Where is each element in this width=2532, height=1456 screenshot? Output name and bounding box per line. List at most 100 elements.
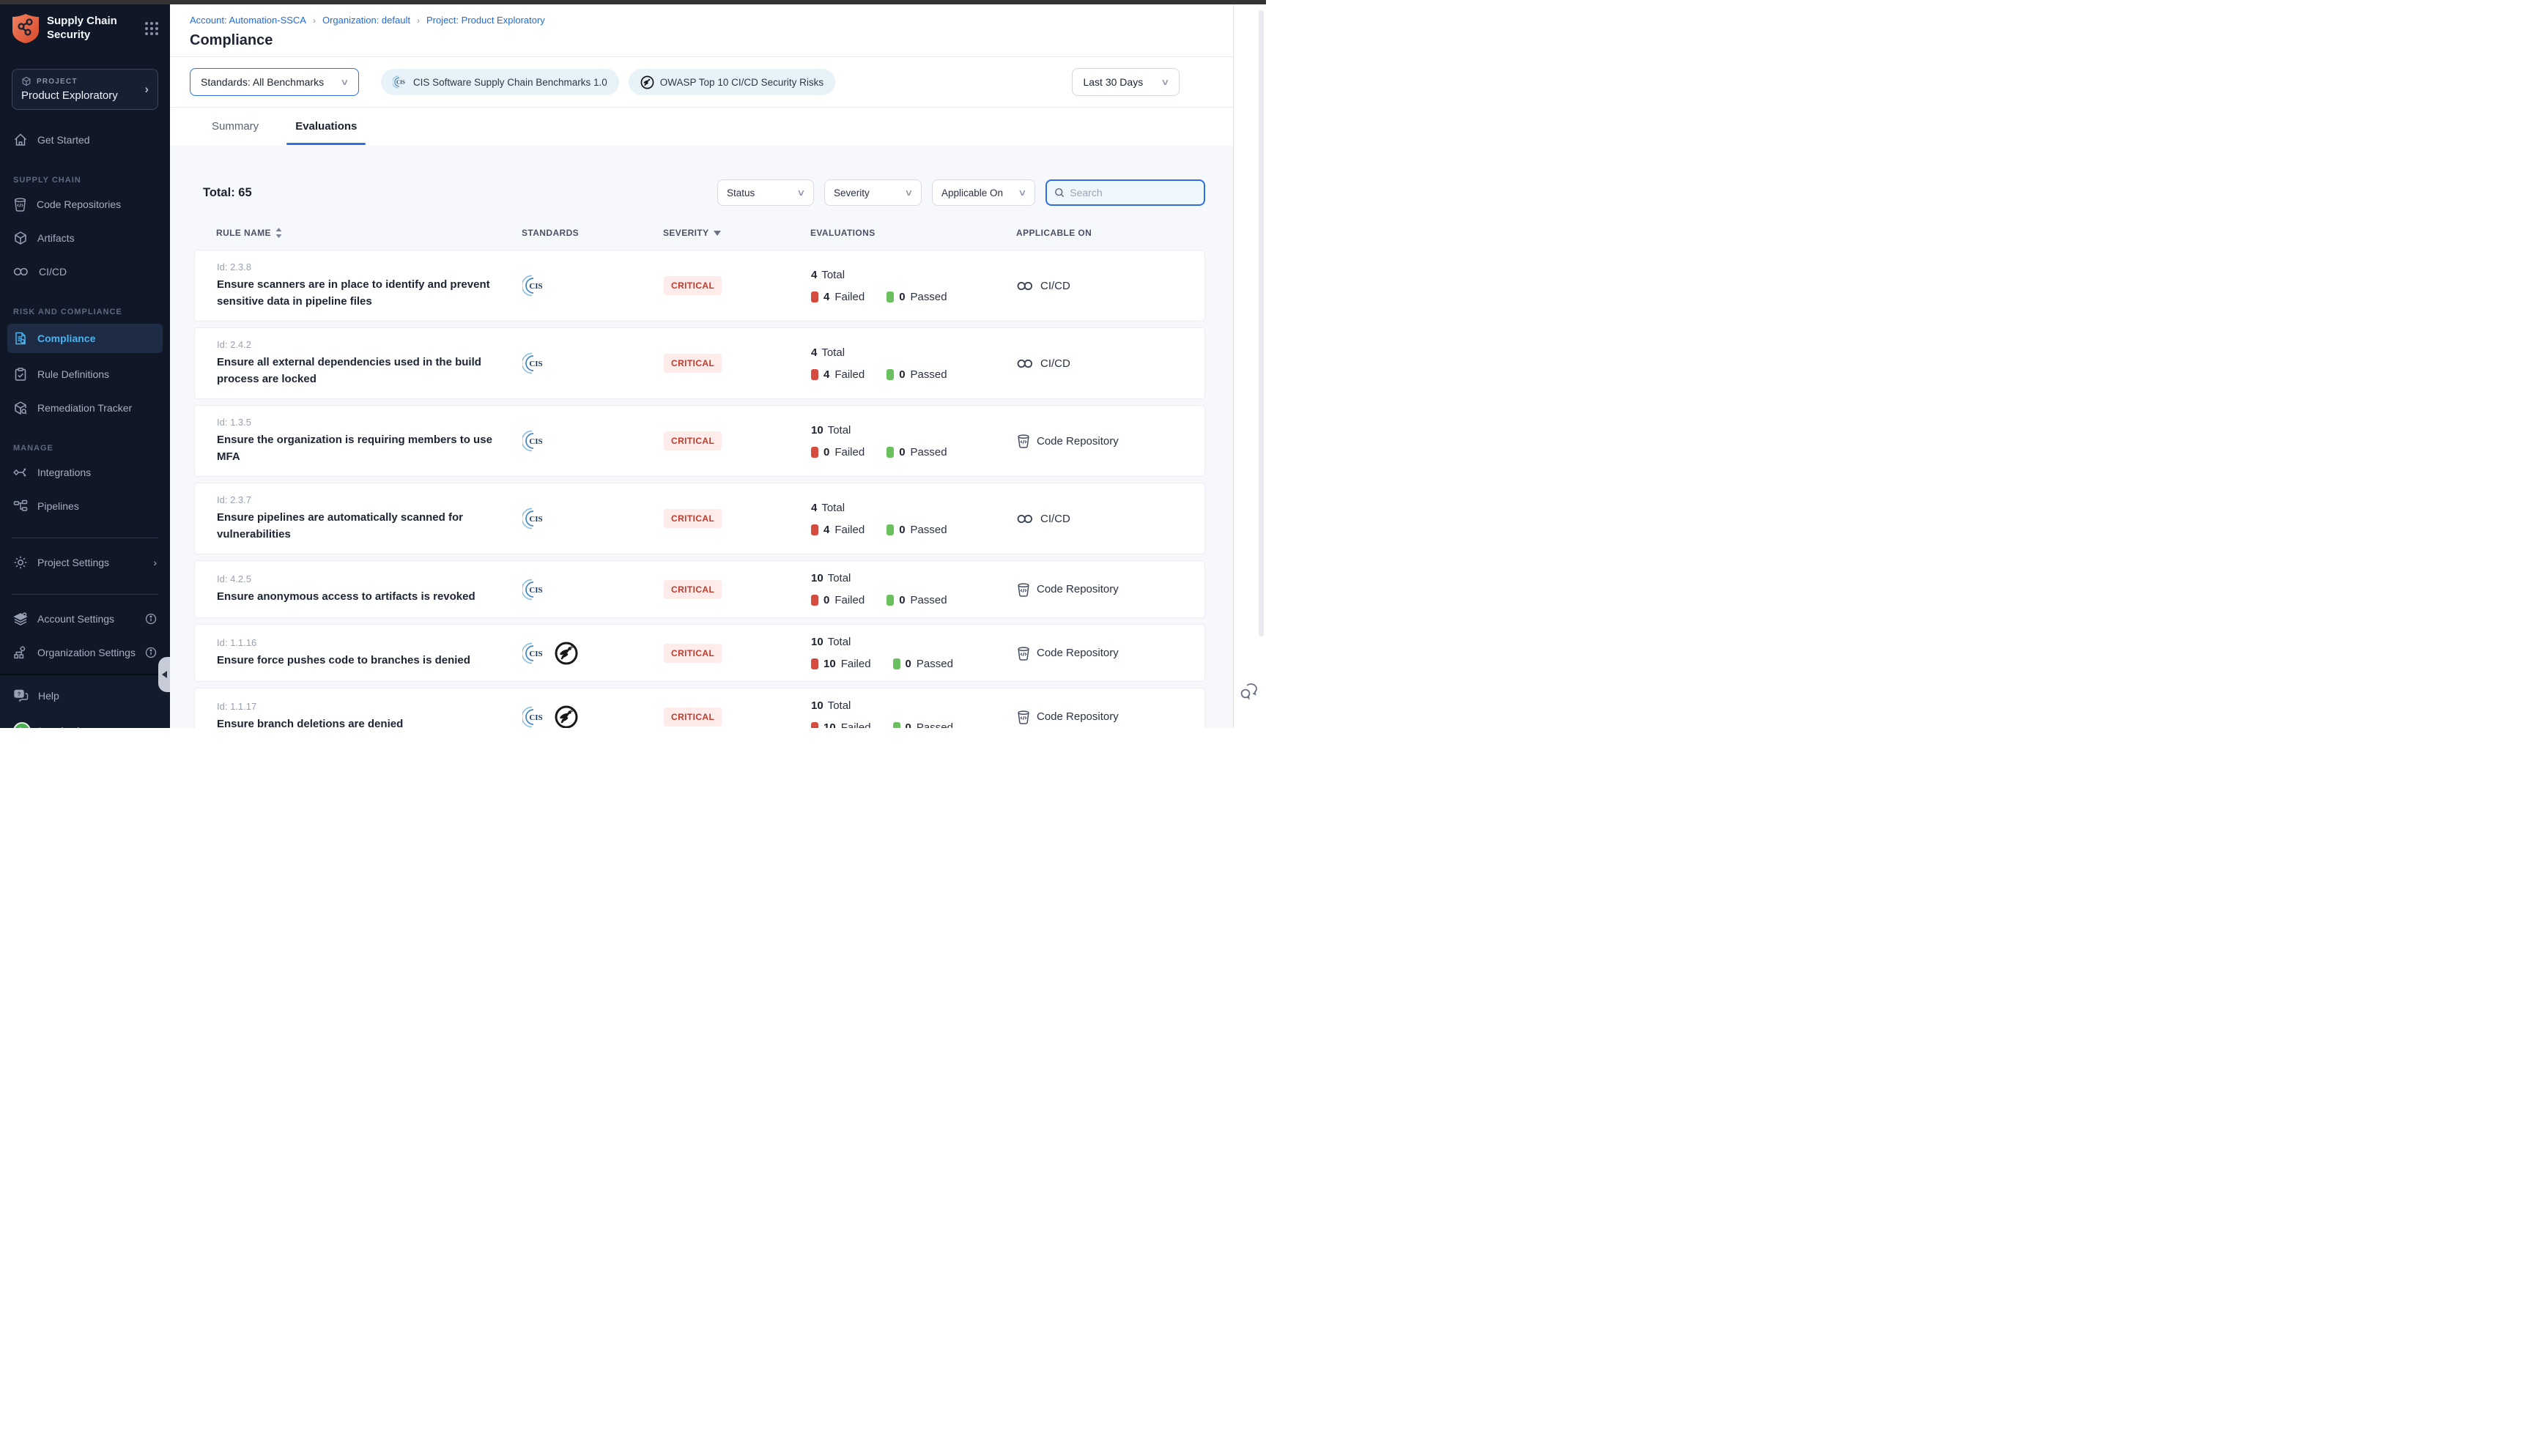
- eval-passed-num: 0: [906, 658, 911, 670]
- severity-filter-label: Severity: [834, 187, 870, 198]
- user-name: Lavakush: [39, 725, 83, 728]
- rule-name: Ensure the organization is requiring mem…: [217, 432, 504, 465]
- sidebar-item-rule-definitions[interactable]: Rule Definitions: [0, 362, 170, 387]
- breadcrumb-account-link[interactable]: Account: Automation-SSCA: [190, 15, 306, 26]
- passed-pill: 0 Passed: [886, 524, 947, 536]
- right-panel-strip: [1234, 4, 1266, 728]
- sidebar-item-help[interactable]: ? Help: [13, 688, 157, 703]
- eval-total-word: Total: [828, 699, 851, 712]
- status-filter-dropdown[interactable]: Status ∨: [717, 179, 814, 206]
- table-header-row: RULE NAME STANDARDS SEVERITY EVALUATIONS: [194, 228, 1205, 238]
- applicable-label: Code Repository: [1037, 710, 1119, 723]
- svg-text:CIS: CIS: [529, 650, 542, 658]
- date-range-dropdown[interactable]: Last 30 Days ∨: [1072, 68, 1180, 96]
- severity-cell: CRITICAL: [656, 431, 799, 450]
- project-selector[interactable]: PROJECT Product Exploratory ›: [12, 69, 158, 110]
- col-header-severity[interactable]: SEVERITY: [656, 228, 799, 238]
- svg-text:CIS: CIS: [529, 515, 542, 524]
- severity-badge: CRITICAL: [664, 354, 722, 373]
- evaluations-cell: 4 Total 4 Failed 0 Passed: [799, 346, 1008, 381]
- user-menu[interactable]: L Lavakush: [13, 722, 157, 728]
- evaluations-cell: 10 Total 0 Failed 0 Passed: [799, 424, 1008, 458]
- evaluations-total: 4 Total: [811, 346, 1008, 359]
- info-icon[interactable]: [145, 647, 157, 658]
- eval-failed-word: Failed: [834, 594, 865, 606]
- sidebar-item-integrations[interactable]: Integrations: [0, 460, 170, 485]
- eval-total-num: 4: [811, 346, 817, 359]
- rule-cell: Id: 2.3.8 Ensure scanners are in place t…: [217, 261, 514, 310]
- tab-evaluations[interactable]: Evaluations: [291, 108, 361, 145]
- sidebar-item-pipelines[interactable]: Pipelines: [0, 494, 170, 519]
- collapse-arrow-icon: [162, 671, 167, 678]
- rule-id: Id: 4.2.5: [217, 573, 514, 584]
- cis-standard-icon: CIS: [522, 577, 547, 602]
- info-icon[interactable]: [145, 613, 157, 625]
- applicable-label: CI/CD: [1040, 280, 1070, 292]
- eval-total-num: 4: [811, 269, 817, 281]
- eval-failed-num: 10: [823, 721, 836, 728]
- standards-cell: CIS: [514, 428, 656, 453]
- failed-square-icon: [811, 722, 818, 728]
- col-header-rule-name[interactable]: RULE NAME: [216, 228, 513, 238]
- sidebar-item-get-started[interactable]: Get Started: [0, 127, 170, 152]
- tab-summary[interactable]: Summary: [207, 108, 263, 145]
- browser-chrome-strip: [0, 0, 1266, 4]
- sidebar-item-label: Get Started: [37, 134, 90, 146]
- table-row[interactable]: Id: 1.1.17 Ensure branch deletions are d…: [194, 688, 1205, 728]
- sidebar-item-label: Help: [38, 690, 59, 702]
- chip-cis-benchmarks[interactable]: CIS CIS Software Supply Chain Benchmarks…: [381, 69, 619, 95]
- sidebar-item-code-repositories[interactable]: Code Repositories: [0, 192, 170, 217]
- sidebar-item-account-settings[interactable]: Account Settings: [0, 606, 170, 631]
- date-range-value: Last 30 Days: [1083, 76, 1143, 88]
- eval-total-word: Total: [821, 502, 845, 514]
- severity-filter-dropdown[interactable]: Severity ∨: [824, 179, 922, 206]
- failed-pill: 4 Failed: [811, 524, 865, 536]
- help-chat-icon: ?: [13, 688, 29, 703]
- sidebar-item-compliance[interactable]: Compliance: [7, 324, 163, 353]
- project-cube-icon: [21, 76, 32, 86]
- sort-icon: [275, 228, 282, 238]
- sidebar-item-organization-settings[interactable]: Organization Settings: [0, 640, 170, 665]
- sidebar-item-label: Pipelines: [37, 500, 79, 512]
- scrollbar[interactable]: [1259, 10, 1264, 636]
- table-row[interactable]: Id: 2.4.2 Ensure all external dependenci…: [194, 327, 1205, 399]
- standards-filter-bar: Standards: All Benchmarks ∨ CIS CIS Soft…: [170, 57, 1233, 108]
- failed-square-icon: [811, 447, 818, 458]
- sidebar-item-project-settings[interactable]: Project Settings ›: [0, 550, 170, 575]
- cis-standard-icon: CIS: [522, 428, 547, 453]
- applicable-label: Code Repository: [1037, 647, 1119, 659]
- applicable-label: Code Repository: [1037, 435, 1119, 447]
- sidebar-item-label: Integrations: [37, 467, 91, 478]
- col-label: STANDARDS: [522, 228, 579, 238]
- breadcrumb-organization-link[interactable]: Organization: default: [322, 15, 410, 26]
- cis-standard-icon: CIS: [522, 641, 547, 666]
- nav-divider: [12, 594, 158, 595]
- table-row[interactable]: Id: 2.3.7 Ensure pipelines are automatic…: [194, 483, 1205, 554]
- sidebar-item-label: Code Repositories: [37, 198, 121, 210]
- sidebar-item-remediation-tracker[interactable]: Remediation Tracker: [0, 395, 170, 420]
- table-row[interactable]: Id: 1.1.16 Ensure force pushes code to b…: [194, 624, 1205, 682]
- standards-dropdown[interactable]: Standards: All Benchmarks ∨: [190, 68, 359, 96]
- table-row[interactable]: Id: 2.3.8 Ensure scanners are in place t…: [194, 250, 1205, 322]
- breadcrumb-project-link[interactable]: Project: Product Exploratory: [426, 15, 545, 26]
- evaluations-cell: 10 Total 10 Failed 0 Passed: [799, 636, 1008, 670]
- sidebar-collapse-handle[interactable]: [158, 657, 170, 692]
- evaluations-cell: 4 Total 4 Failed 0 Passed: [799, 502, 1008, 536]
- sidebar-item-cicd[interactable]: CI/CD: [0, 259, 170, 284]
- table-row[interactable]: Id: 1.3.5 Ensure the organization is req…: [194, 405, 1205, 477]
- sidebar-item-label: Remediation Tracker: [37, 402, 132, 414]
- search-input[interactable]: [1070, 187, 1196, 198]
- chip-owasp-top10[interactable]: OWASP Top 10 CI/CD Security Risks: [629, 69, 835, 95]
- passed-square-icon: [886, 524, 894, 535]
- table-row[interactable]: Id: 4.2.5 Ensure anonymous access to art…: [194, 560, 1205, 618]
- chevron-right-icon: ›: [153, 557, 157, 568]
- applicable-on-filter-dropdown[interactable]: Applicable On ∨: [932, 179, 1035, 206]
- rule-name: Ensure branch deletions are denied: [217, 716, 504, 728]
- passed-pill: 0 Passed: [893, 658, 953, 670]
- sidebar-item-artifacts[interactable]: Artifacts: [0, 226, 170, 250]
- apps-grid-icon[interactable]: [144, 21, 160, 37]
- cis-chip-icon: CIS: [393, 75, 407, 89]
- org-chart-gear-icon: [13, 645, 28, 660]
- support-chat-icon[interactable]: [1240, 683, 1259, 700]
- eval-total-word: Total: [828, 424, 851, 437]
